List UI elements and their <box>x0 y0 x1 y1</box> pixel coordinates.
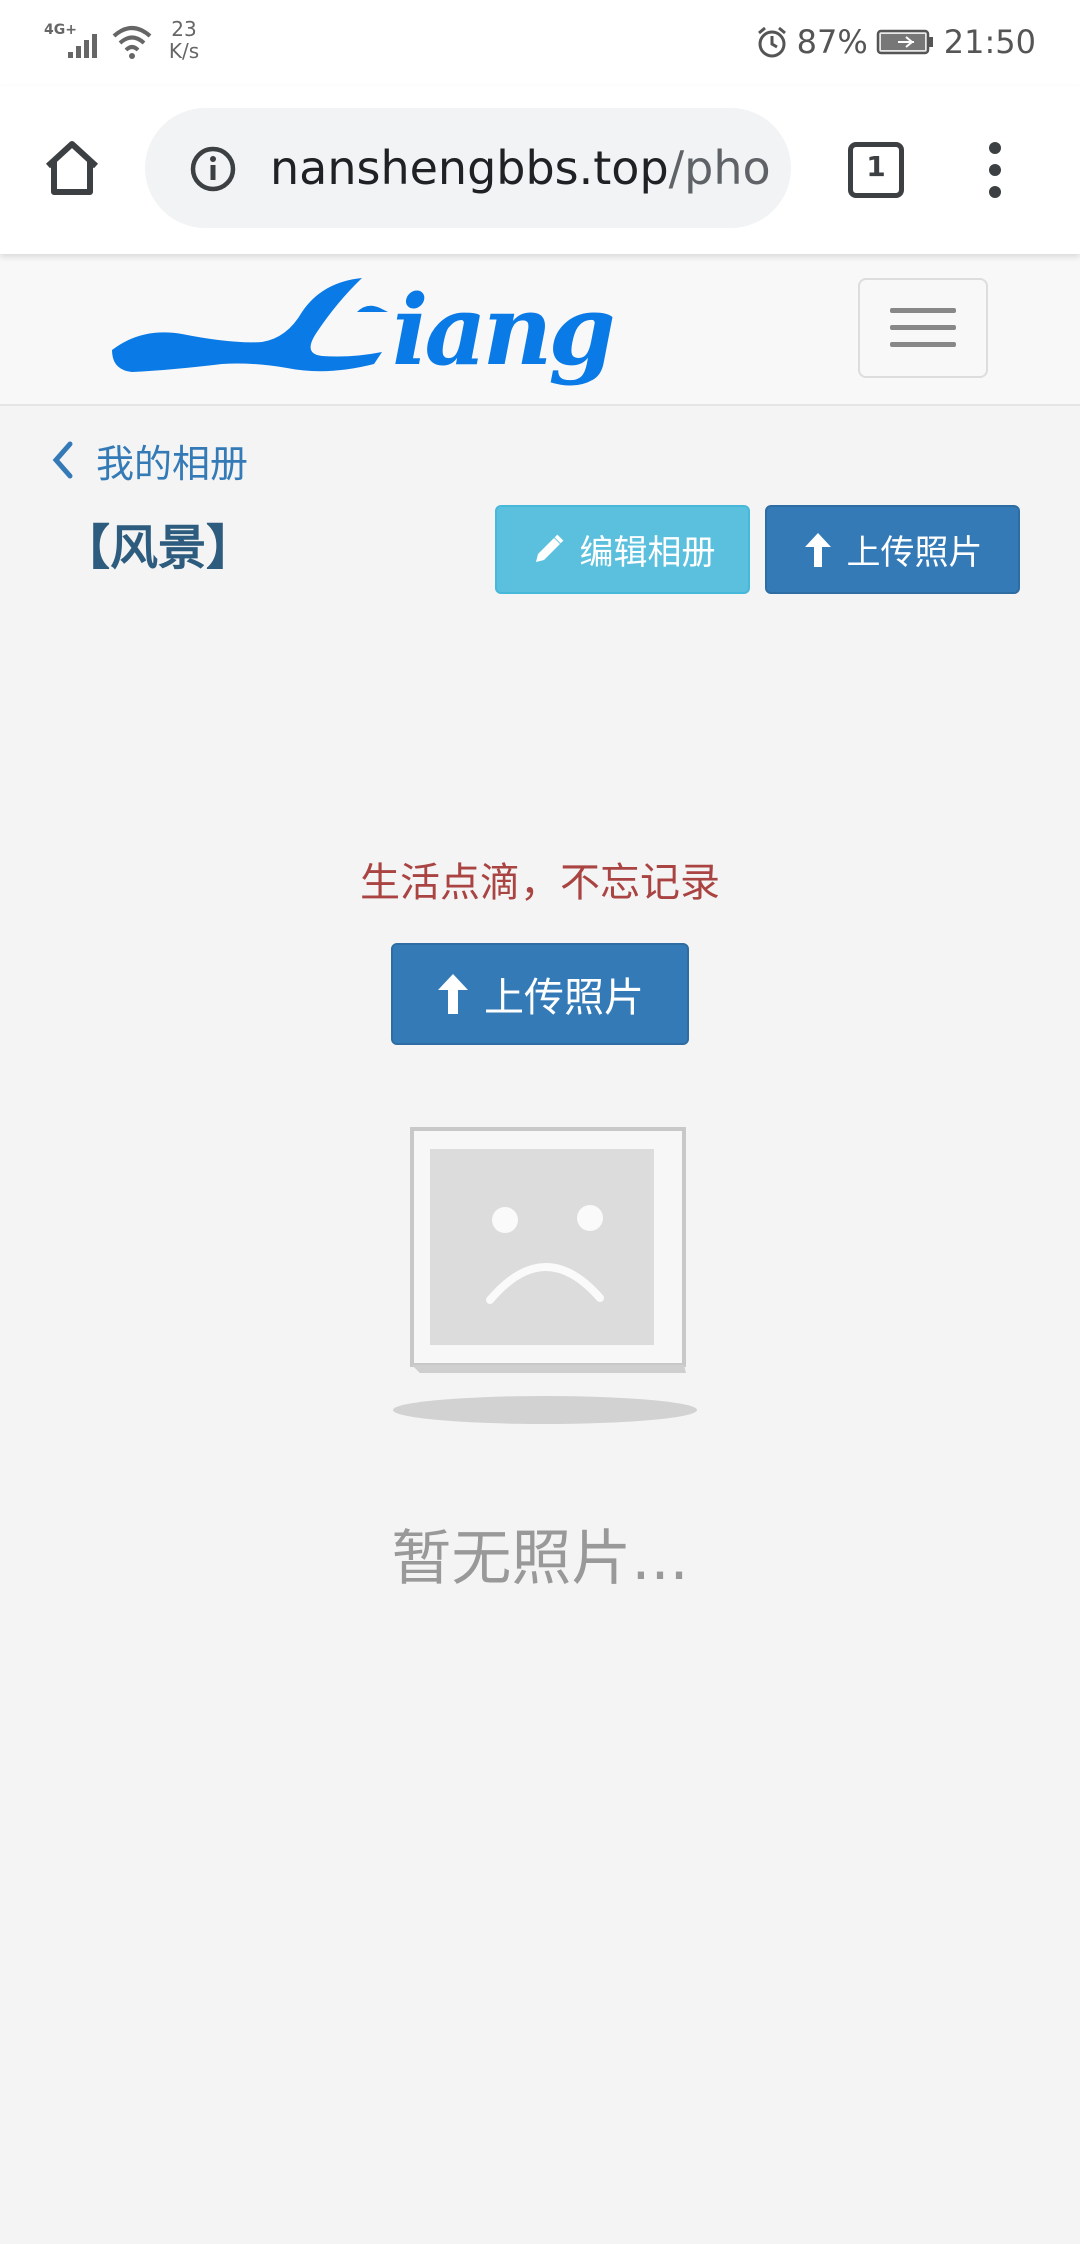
alarm-icon <box>757 26 786 58</box>
edit-album-label: 编辑相册 <box>579 533 716 573</box>
browser-toolbar: nanshengbbs.top/photo 1 <box>0 86 1080 254</box>
site-logo[interactable]: iang <box>112 272 672 392</box>
pencil-icon <box>535 534 563 562</box>
empty-state-text: 暂无照片... <box>391 1524 689 1594</box>
edit-album-button[interactable]: 编辑相册 <box>495 505 750 594</box>
upload-photo-main-button[interactable]: 上传照片 <box>391 943 689 1045</box>
tabs-button[interactable]: 1 <box>848 142 904 198</box>
upload-photo-button[interactable]: 上传照片 <box>765 505 1020 594</box>
chevron-left-icon <box>52 441 73 479</box>
tabs-icon: 1 <box>848 142 904 198</box>
network-speed-unit: K/s <box>168 39 200 63</box>
back-link-label: 我的相册 <box>96 441 249 486</box>
upload-photo-label: 上传照片 <box>846 533 983 573</box>
site-navbar: iang <box>0 254 1080 406</box>
status-bar: 4G+ 23 K/s 87% 21:50 <box>0 0 1080 86</box>
url-path: /photo <box>668 141 770 195</box>
no-photo-icon <box>393 1127 697 1424</box>
home-icon[interactable] <box>40 136 104 200</box>
tagline-text: 生活点滴，不忘记录 <box>360 860 720 906</box>
album-title: 【风景】 <box>62 520 255 576</box>
network-speed-value: 23 <box>171 17 197 41</box>
arrow-up-icon <box>438 974 468 1014</box>
url-text[interactable]: nanshengbbs.top/photo <box>270 108 770 228</box>
svg-text:iang: iang <box>392 274 612 387</box>
upload-photo-main-label: 上传照片 <box>484 975 644 1021</box>
url-host: nanshengbbs.top <box>270 141 669 195</box>
address-bar[interactable]: nanshengbbs.top/photo <box>145 108 791 228</box>
signal-icon <box>68 34 97 58</box>
hamburger-icon[interactable] <box>858 278 988 378</box>
network-speed: 23 K/s <box>164 18 204 62</box>
wifi-icon <box>112 26 152 59</box>
arrow-up-icon <box>804 532 831 567</box>
battery-icon <box>876 29 933 55</box>
more-menu-icon[interactable] <box>980 142 1010 202</box>
status-right: 87% 21:50 <box>755 20 1036 64</box>
battery-percent: 87% <box>796 23 868 61</box>
back-to-albums-link[interactable]: 我的相册 <box>50 430 248 490</box>
info-icon[interactable] <box>189 145 237 193</box>
clock-time: 21:50 <box>943 23 1036 61</box>
